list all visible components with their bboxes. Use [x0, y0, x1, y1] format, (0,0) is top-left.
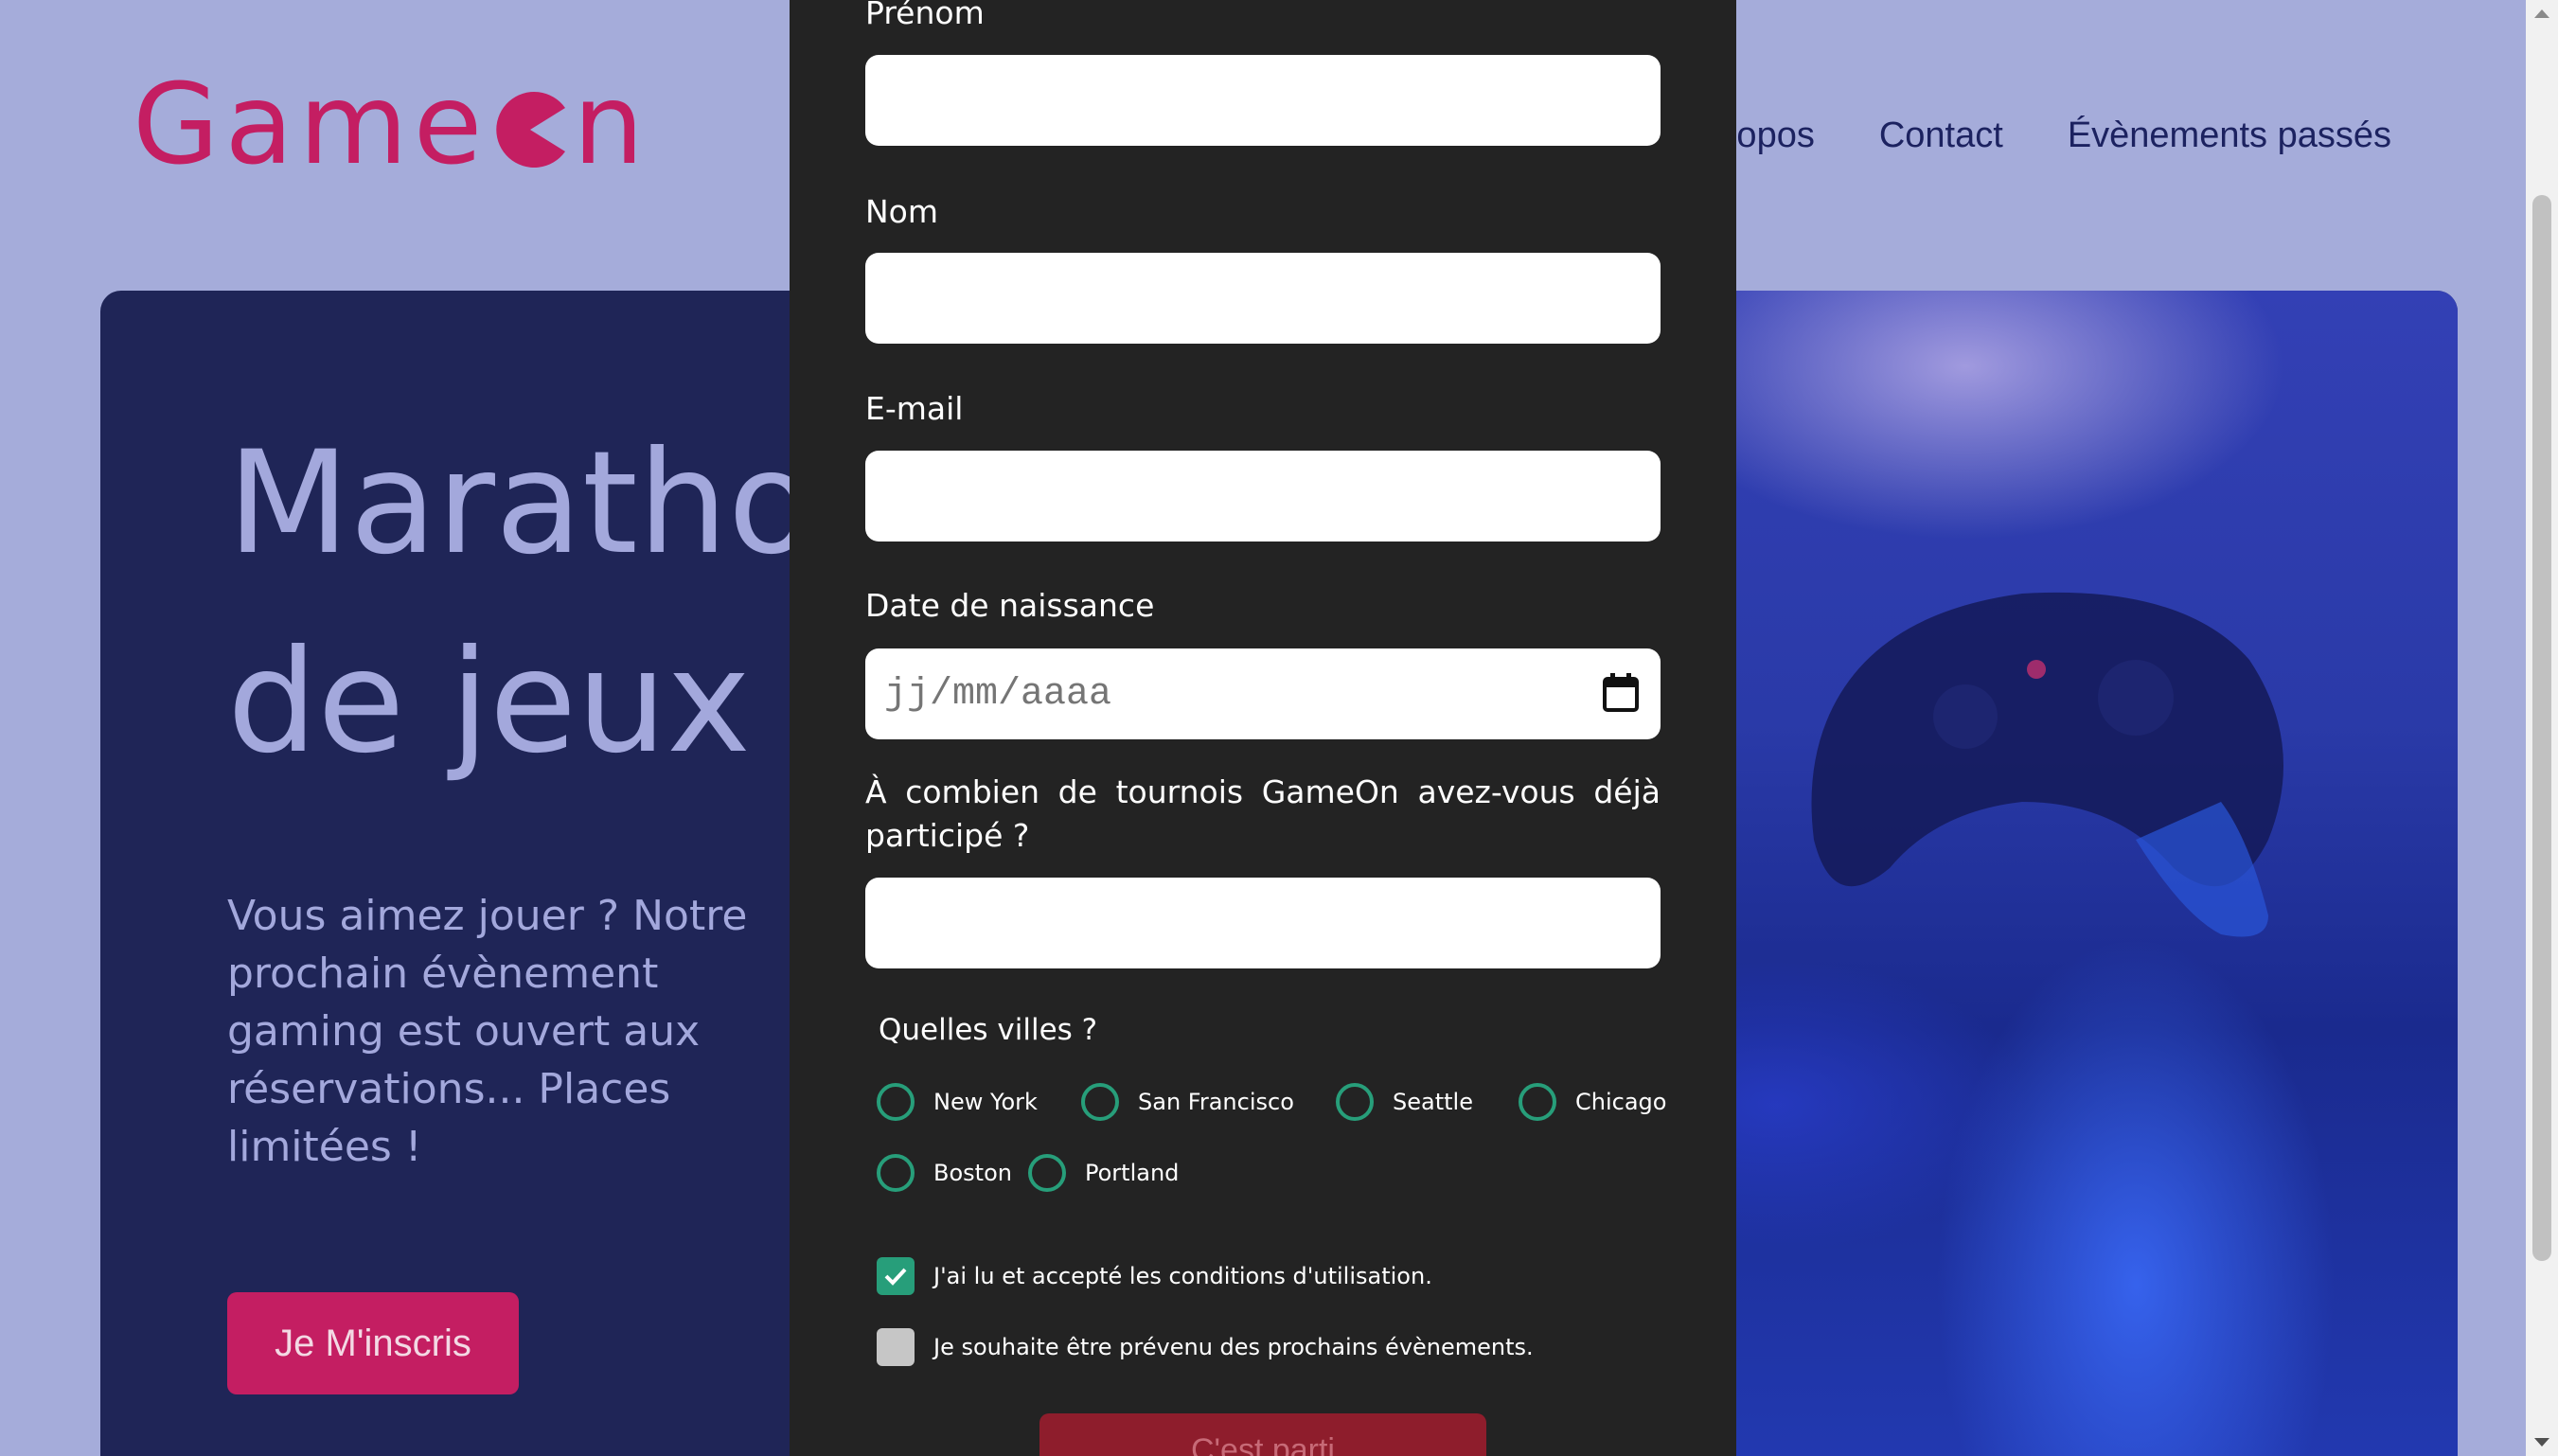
main-nav: propos Contact Évènements passés — [1705, 115, 2391, 156]
city-radio-chicago[interactable]: Chicago — [1519, 1083, 1666, 1121]
city-radio-new-york[interactable]: New York — [877, 1083, 1038, 1121]
first-name-input[interactable] — [865, 55, 1661, 146]
city-label: San Francisco — [1138, 1089, 1294, 1115]
last-name-label: Nom — [865, 193, 939, 230]
calendar-icon[interactable] — [1602, 673, 1640, 713]
checkbox-box[interactable] — [877, 1328, 915, 1366]
checkmark-icon — [884, 1268, 907, 1286]
radio-circle[interactable] — [877, 1083, 915, 1121]
newsletter-label: Je souhaite être prévenu des prochains é… — [933, 1334, 1534, 1360]
signup-modal: Prénom Nom E-mail Date de naissance À co… — [790, 0, 1736, 1456]
scroll-down-icon[interactable] — [2534, 1438, 2549, 1447]
birthdate-label: Date de naissance — [865, 587, 1155, 624]
hero-title-line-2: de jeux v — [227, 620, 880, 785]
submit-button[interactable]: C'est parti — [1039, 1413, 1486, 1456]
radio-circle[interactable] — [877, 1154, 915, 1192]
nav-link-past-events[interactable]: Évènements passés — [2068, 115, 2391, 156]
radio-circle[interactable] — [1028, 1154, 1066, 1192]
radio-circle[interactable] — [1081, 1083, 1119, 1121]
email-label: E-mail — [865, 390, 964, 427]
email-input[interactable] — [865, 451, 1661, 542]
cities-title: Quelles villes ? — [879, 1013, 1098, 1047]
terms-checkbox[interactable]: J'ai lu et accepté les conditions d'util… — [877, 1257, 1432, 1295]
scroll-up-icon[interactable] — [2534, 9, 2549, 18]
newsletter-checkbox[interactable]: Je souhaite être prévenu des prochains é… — [877, 1328, 1534, 1366]
scrollbar-thumb[interactable] — [2532, 195, 2551, 1261]
terms-label: J'ai lu et accepté les conditions d'util… — [933, 1263, 1432, 1289]
logo-text-n: n — [573, 59, 650, 189]
pacman-o-icon — [496, 92, 566, 168]
city-label: Seattle — [1393, 1089, 1473, 1115]
radio-circle[interactable] — [1336, 1083, 1374, 1121]
city-label: New York — [933, 1089, 1038, 1115]
signup-button[interactable]: Je M'inscris — [227, 1292, 519, 1394]
city-radio-san-francisco[interactable]: San Francisco — [1081, 1083, 1294, 1121]
tournaments-question: À combien de tournois GameOn avez-vous d… — [865, 773, 1661, 854]
hero-description: Vous aimez jouer ? Notre prochain évènem… — [227, 892, 748, 1171]
city-radio-seattle[interactable]: Seattle — [1336, 1083, 1473, 1121]
gameon-logo[interactable]: Game n — [133, 68, 649, 180]
first-name-label: Prénom — [865, 0, 985, 31]
page-scrollbar[interactable] — [2526, 0, 2558, 1456]
logo-text-game: Game — [133, 59, 489, 189]
city-label: Boston — [933, 1160, 1012, 1186]
city-label: Portland — [1085, 1160, 1180, 1186]
last-name-input[interactable] — [865, 253, 1661, 344]
hero-title: Maratho de jeux v — [227, 404, 879, 802]
gamepad-image — [1811, 592, 2283, 937]
birthdate-input[interactable] — [865, 648, 1661, 739]
city-label: Chicago — [1575, 1089, 1667, 1115]
tournaments-quantity-input[interactable] — [865, 878, 1661, 968]
city-radio-portland[interactable]: Portland — [1028, 1154, 1179, 1192]
city-radio-boston[interactable]: Boston — [877, 1154, 1012, 1192]
checkbox-box[interactable] — [877, 1257, 915, 1295]
nav-link-contact[interactable]: Contact — [1879, 115, 2003, 156]
birthdate-field[interactable] — [865, 648, 1661, 739]
radio-circle[interactable] — [1519, 1083, 1556, 1121]
hero-title-line-1: Maratho — [227, 421, 815, 586]
